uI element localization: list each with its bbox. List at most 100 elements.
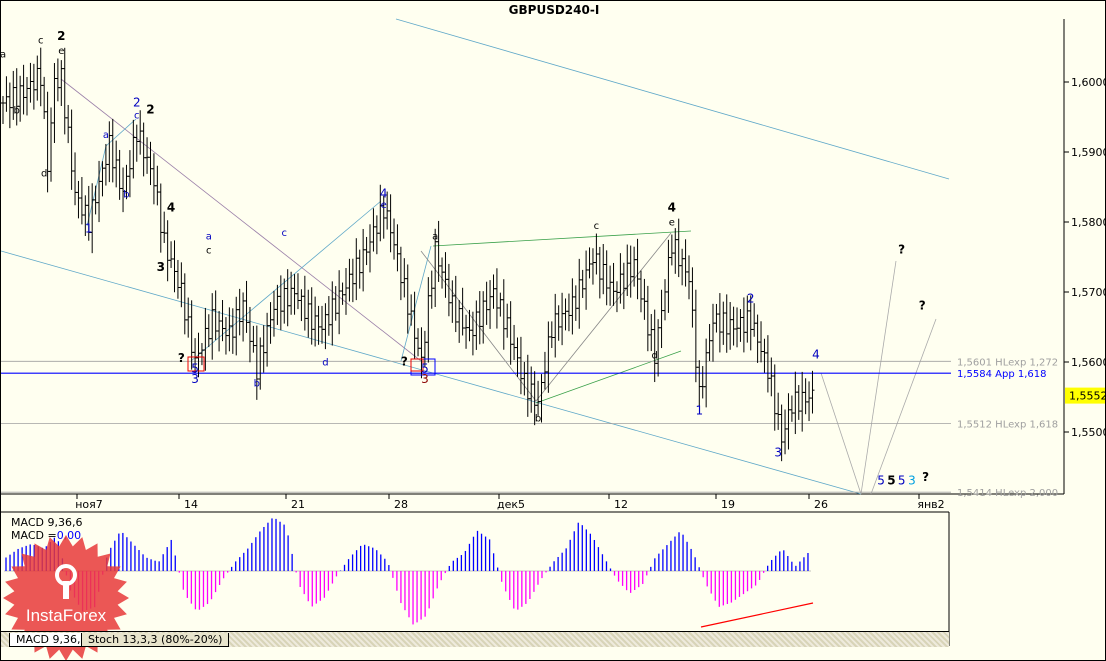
trend-line (1, 250, 862, 495)
price-bar (611, 262, 616, 306)
price-bar (464, 314, 469, 349)
price-bar (594, 233, 599, 275)
price-bar (731, 306, 736, 346)
price-bar (563, 298, 568, 331)
price-bar (223, 317, 228, 355)
trend-line (870, 318, 937, 495)
price-bar (392, 218, 397, 260)
price-bar (638, 270, 643, 313)
price-bar (649, 314, 654, 352)
price-bar (470, 311, 475, 356)
price-bar (158, 183, 163, 253)
price-bar (4, 76, 9, 112)
price-bar (241, 292, 246, 342)
price-bar (210, 293, 215, 360)
tab-stoch[interactable]: Stoch 13,3,3 (80%-20%) (81, 633, 230, 647)
trend-line (86, 145, 107, 227)
price-bar (429, 270, 434, 309)
price-bar (673, 228, 678, 274)
price-bar (182, 273, 187, 335)
price-bar (635, 238, 640, 300)
price-bar (721, 301, 726, 345)
price-bar (350, 258, 355, 303)
price-bar (621, 262, 626, 310)
price-bar (501, 279, 506, 350)
price-bar (357, 249, 362, 289)
price-bar (580, 269, 585, 298)
price-bar (306, 289, 311, 338)
trend-line (105, 118, 137, 147)
price-bar (789, 395, 794, 422)
price-bar (90, 183, 95, 254)
price-bar (505, 303, 510, 338)
price-bar (114, 140, 119, 188)
wave-label: 5 (877, 474, 885, 488)
price-bar (601, 243, 606, 295)
price-bar (220, 300, 225, 342)
price-chart[interactable]: 1,6000 1,5900 1,5800 1,5700 1,5600 1,5500 ноя7… (1, 1, 1106, 661)
price-bar (110, 118, 115, 183)
price-bar (316, 305, 321, 345)
price-bar (508, 301, 513, 365)
price-bar (803, 378, 808, 415)
price-bar (494, 268, 499, 329)
price-bar (275, 284, 280, 325)
wave-label: a (206, 232, 212, 243)
price-bar (409, 294, 414, 326)
price-bar (199, 343, 204, 366)
wave-label: ? (401, 355, 408, 369)
price-bar (261, 325, 266, 373)
wave-label: c (282, 228, 288, 239)
price-bar (416, 328, 421, 357)
price-bar (69, 109, 74, 190)
price-bar (515, 337, 520, 377)
wave-label: d (322, 358, 328, 369)
price-bar (776, 392, 781, 430)
price-bar (337, 270, 342, 335)
wave-label: 5 (887, 474, 895, 488)
level-label: 1,5584 App 1,618 (957, 369, 1047, 380)
price-bar (443, 252, 448, 298)
price-bar (614, 281, 619, 313)
price-bar (560, 292, 565, 346)
price-bar (652, 309, 657, 383)
price-bar (292, 274, 297, 315)
price-bar (728, 302, 733, 350)
price-bar (604, 250, 609, 306)
wave-label: c (134, 110, 140, 121)
price-bar (536, 380, 541, 416)
price-bar (522, 362, 527, 396)
level-label: 1,5512 HLexp 1,618 (957, 420, 1058, 431)
price-bar (590, 248, 595, 285)
price-bar (412, 291, 417, 359)
price-bar (807, 381, 812, 422)
price-bar (440, 257, 445, 289)
price-bar (488, 280, 493, 329)
wave-label: a (432, 232, 438, 243)
price-bar (330, 281, 335, 346)
price-bar (687, 255, 691, 300)
price-bar (669, 234, 674, 266)
price-bar (656, 319, 661, 377)
price-bar (295, 273, 300, 310)
price-bar (542, 351, 547, 390)
price-bar (285, 269, 290, 327)
price-bar (151, 153, 156, 205)
price-bar (344, 267, 348, 315)
price-bar (234, 296, 239, 356)
price-bar (79, 177, 84, 225)
price-bar (498, 292, 503, 317)
price-bar (697, 360, 702, 407)
price-bar (326, 296, 331, 336)
price-bar (165, 220, 170, 282)
price-bar (374, 215, 379, 255)
price-bar (354, 238, 359, 301)
trend-line (432, 230, 692, 247)
y-tick-label: 1,5500 (1071, 426, 1106, 439)
y-tick-label: 1,5700 (1071, 286, 1106, 299)
wave-label: 3 (908, 474, 916, 488)
price-bar (42, 76, 47, 120)
price-bar (299, 289, 304, 322)
y-tick-label: 1,5600 (1071, 356, 1106, 369)
price-bar (450, 280, 455, 323)
